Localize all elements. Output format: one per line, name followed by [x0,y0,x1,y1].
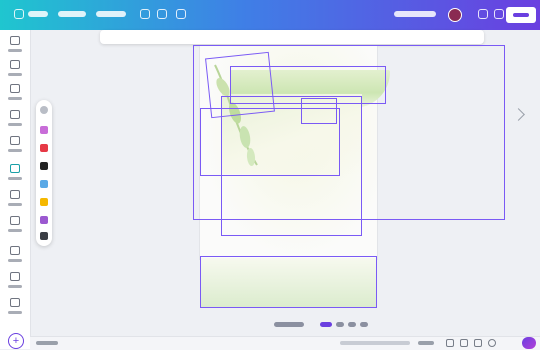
select-tool[interactable] [40,106,48,114]
left-rail: + [0,30,31,349]
projects-icon [10,190,20,199]
shape-tool[interactable] [40,232,48,240]
elements-icon [10,60,20,69]
page-tab[interactable] [320,322,332,327]
pen-tool[interactable] [40,126,48,134]
text-formatting-toolbar [100,30,484,44]
elements-tab[interactable] [7,60,23,80]
projects-tab[interactable] [7,190,23,210]
analytics-icon[interactable] [478,9,488,19]
comment-icon[interactable] [494,9,504,19]
eraser-tool[interactable] [40,180,48,188]
highlighter-tool[interactable] [40,162,48,170]
draw-tab[interactable] [7,164,23,184]
resize-menu-placeholder[interactable] [96,11,126,17]
apps-tab[interactable] [7,216,23,236]
redo-icon[interactable] [157,9,167,19]
page-tab[interactable] [360,322,368,327]
sticky-note-tool[interactable] [40,198,48,206]
draw-icon [10,164,20,173]
tab-label-placeholder [8,259,22,262]
tab-label-placeholder [8,229,22,232]
photos-tab[interactable] [7,272,23,292]
more-icon [10,246,20,255]
tab-label-placeholder [8,97,22,100]
tab-label-placeholder [8,311,22,314]
tab-label-placeholder [8,73,22,76]
notes-button[interactable] [36,341,58,345]
design-tab[interactable] [7,36,23,56]
text-icon [10,84,20,93]
help-icon[interactable] [488,339,496,347]
zoom-readout[interactable] [418,341,434,345]
text-tool[interactable] [40,216,48,224]
design-icon [10,36,20,45]
marker-tool[interactable] [40,144,48,152]
text-tab[interactable] [7,84,23,104]
page-tab[interactable] [348,322,356,327]
zoom-slider[interactable] [340,341,410,345]
undo-icon[interactable] [140,9,150,19]
page-controls [270,318,380,330]
fullscreen-icon[interactable] [474,339,482,347]
grid-icon[interactable] [460,339,468,347]
tab-label-placeholder [8,49,22,52]
tab-label-placeholder [8,177,22,180]
home-label-placeholder[interactable] [28,11,48,17]
magic-tab[interactable] [7,298,23,318]
tab-label-placeholder [8,285,22,288]
uploads-icon [10,136,20,145]
file-menu-placeholder[interactable] [58,11,86,17]
top-bar [0,0,540,30]
sync-icon [176,9,186,19]
selection-box [301,98,337,124]
more-tab[interactable] [7,246,23,266]
photos-icon [10,272,20,281]
document-title-placeholder[interactable] [394,11,436,17]
page-icon[interactable] [446,339,454,347]
magic-icon [10,298,20,307]
brand-icon [10,110,20,119]
chevron-right-icon[interactable] [512,108,525,121]
share-button[interactable] [506,7,536,23]
tab-label-placeholder [8,123,22,126]
tab-label-placeholder [8,203,22,206]
menu-icon[interactable] [14,9,24,19]
apps-icon [10,216,20,225]
brand-tab[interactable] [7,110,23,130]
selection-box [221,96,362,236]
assistant-icon[interactable] [522,337,536,349]
draw-tool-palette [36,100,52,246]
status-bar [30,336,540,350]
add-button[interactable]: + [8,333,24,349]
avatar-icon[interactable] [448,8,462,22]
uploads-tab[interactable] [7,136,23,156]
selection-box [200,256,377,308]
page-tab[interactable] [336,322,344,327]
selection-box [205,51,275,119]
tab-label-placeholder [8,149,22,152]
add-page-button[interactable] [274,322,304,327]
